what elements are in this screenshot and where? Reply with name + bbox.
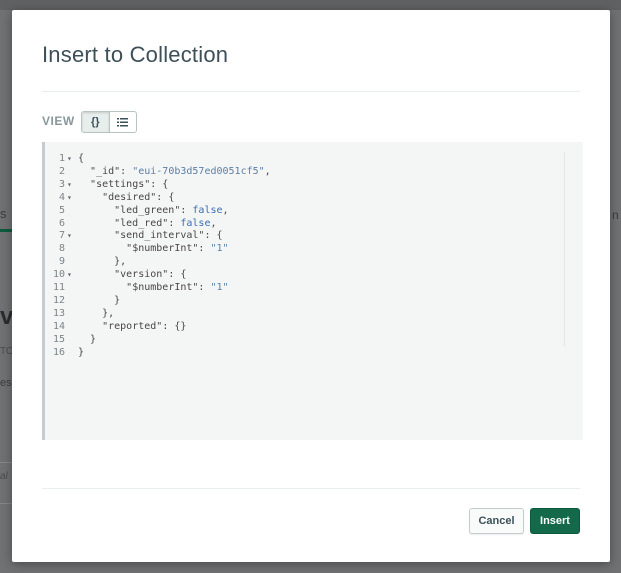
code-text: "reported": {}: [102, 320, 187, 332]
view-toggle: {}: [81, 111, 137, 133]
editor-line: 16}: [45, 346, 555, 359]
line-number: 9: [58, 256, 65, 268]
line-number: 14: [52, 320, 65, 332]
code-text: {: [78, 153, 85, 164]
braces-icon: {}: [90, 116, 100, 128]
backdrop-fragment: es: [0, 377, 12, 389]
line-number: 13: [52, 307, 65, 319]
code-text: "desired": {: [102, 191, 175, 203]
insert-button[interactable]: Insert: [530, 508, 580, 534]
code-text: }: [78, 346, 85, 358]
line-number: 6: [58, 217, 65, 229]
json-editor[interactable]: 1 ▾{2 "_id": "eui-70b3d57ed0051cf5", 3 ▾ "s…: [42, 142, 583, 440]
backdrop-header: [0, 0, 621, 10]
editor-line: 12 }: [45, 294, 555, 307]
line-number: 16: [52, 346, 65, 358]
editor-line: 7 ▾ "send_interval": {: [45, 229, 555, 242]
line-number: 3: [58, 178, 65, 190]
backdrop-fragment: al: [0, 471, 8, 482]
editor-line: 8 "$numberInt": "1": [45, 242, 555, 255]
backdrop-fragment: n: [612, 208, 619, 222]
editor-line: 14 "reported": {}: [45, 320, 555, 333]
footer-divider: [42, 488, 580, 489]
modal-title: Insert to Collection: [42, 42, 229, 67]
code-text: "settings": {: [90, 178, 169, 190]
line-number: 7: [58, 230, 65, 242]
backdrop-tab-underline: [0, 229, 12, 232]
code-text: "$numberInt": "1": [126, 282, 229, 293]
editor-line: 11 "$numberInt": "1": [45, 281, 555, 294]
code-text: "version": {: [114, 269, 187, 281]
line-number: 11: [52, 282, 65, 293]
line-number: 1: [58, 153, 65, 164]
editor-line: 4 ▾ "desired": {: [45, 191, 555, 204]
code-text: }: [78, 333, 97, 345]
code-text: "send_interval": {: [114, 230, 223, 242]
list-icon: [117, 117, 129, 126]
line-number: 4: [58, 191, 65, 203]
editor-gutter-line: [564, 152, 565, 346]
backdrop-fragment: s: [0, 206, 7, 221]
view-label: VIEW: [42, 114, 75, 128]
backdrop-divider: [0, 503, 12, 504]
fold-arrow-icon[interactable]: ▾: [67, 229, 72, 242]
fold-arrow-icon[interactable]: ▾: [67, 191, 72, 204]
cancel-button[interactable]: Cancel: [469, 508, 524, 534]
code-text: }: [78, 294, 121, 306]
code-text: },: [78, 307, 115, 319]
code-text: "$numberInt": "1": [126, 243, 229, 255]
code-text: "led_red": false,: [114, 217, 217, 229]
code-text: "_id": "eui-70b3d57ed0051cf5",: [90, 165, 271, 177]
insert-document-modal: Insert to Collection VIEW {} 1 ▾{2 "_id":…: [12, 10, 610, 562]
editor-line: 9 },: [45, 255, 555, 268]
code-text: },: [78, 256, 127, 268]
fold-arrow-icon[interactable]: ▾: [67, 178, 72, 191]
code-text: "led_green": false,: [114, 204, 229, 216]
editor-line: 15 }: [45, 333, 555, 346]
json-view-button[interactable]: {}: [82, 112, 110, 132]
line-number: 10: [52, 269, 65, 281]
editor-line: 6 "led_red": false,: [45, 217, 555, 230]
line-number: 12: [52, 294, 65, 306]
editor-line: 2 "_id": "eui-70b3d57ed0051cf5",: [45, 165, 555, 178]
line-number: 8: [58, 243, 65, 255]
line-number: 2: [58, 165, 65, 177]
backdrop-divider: [0, 462, 12, 463]
list-view-button[interactable]: [110, 112, 137, 132]
editor-line: 3 ▾ "settings": {: [45, 178, 555, 191]
editor-line: 10 ▾ "version": {: [45, 268, 555, 281]
header-divider: [42, 91, 580, 92]
line-number: 15: [52, 333, 65, 345]
line-number: 5: [58, 204, 65, 216]
fold-arrow-icon[interactable]: ▾: [67, 268, 72, 281]
editor-line: 13 },: [45, 307, 555, 320]
editor-line: 5 "led_green": false,: [45, 204, 555, 217]
editor-line: 1 ▾ {: [45, 152, 555, 165]
fold-arrow-icon[interactable]: ▾: [67, 152, 72, 165]
